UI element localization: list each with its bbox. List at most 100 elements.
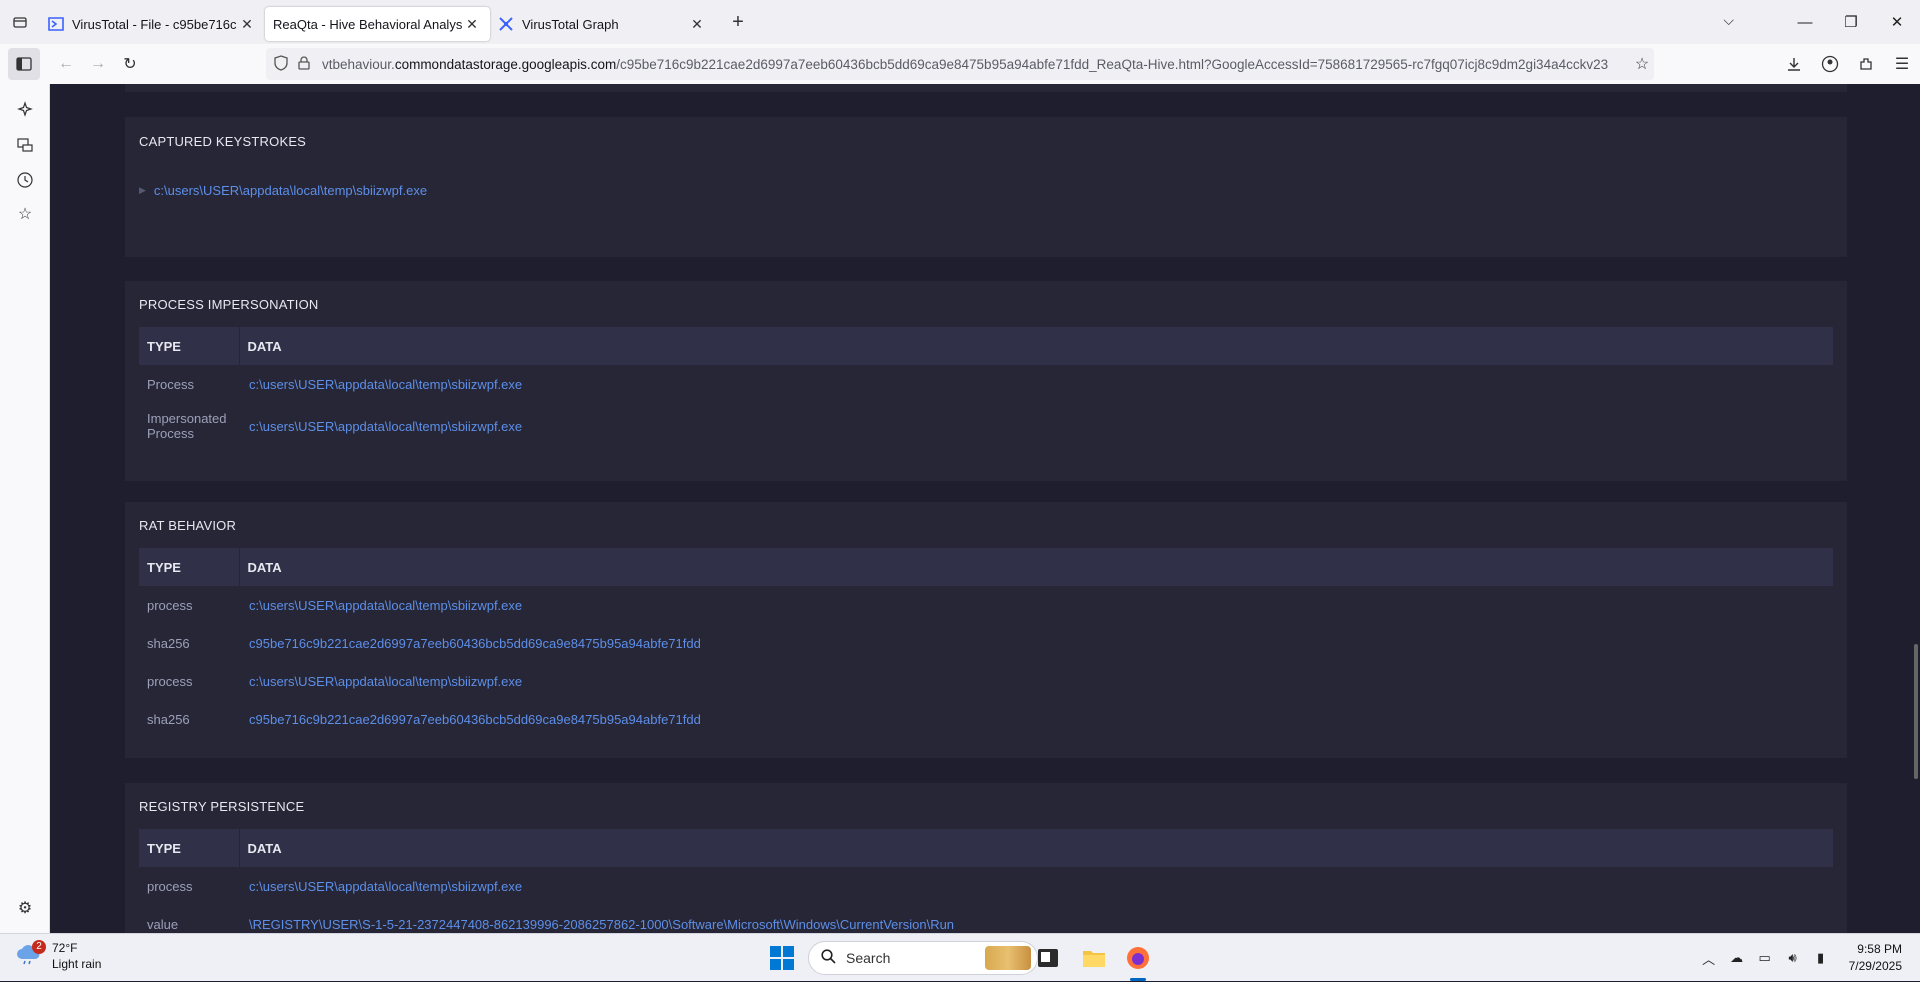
url-bar[interactable]: vtbehaviour. commondatastorage.googleapis… [266,48,1654,80]
table-row: sha256 c95be716c9b221cae2d6997a7eeb60436… [139,700,1833,738]
restore-icon[interactable]: ❐ [1828,13,1874,31]
registry-persistence-table: TYPE DATA process c:\users\USER\appdata\l… [139,829,1833,933]
account-icon[interactable] [1812,48,1848,80]
panel-title: PROCESS IMPERSONATION [139,297,319,312]
close-tab-icon[interactable]: ✕ [687,14,707,34]
file-explorer-icon[interactable] [1078,942,1110,974]
column-header-type: TYPE [139,327,240,365]
volume-icon[interactable]: 🔊︎ [1779,950,1807,966]
close-window-icon[interactable]: ✕ [1874,13,1920,31]
reload-icon[interactable]: ↻ [114,48,146,80]
keystroke-item-label[interactable]: c:\users\USER\appdata\local\temp\sbiizwp… [154,183,427,198]
row-data-link[interactable]: c:\users\USER\appdata\local\temp\sbiizwp… [239,586,1833,624]
chevron-down-icon[interactable]: ⌵ [1723,12,1734,29]
battery-icon[interactable]: ▮ [1807,950,1835,966]
previous-panel-edge [125,84,1847,92]
row-type: value [147,916,179,932]
url-host: commondatastorage.googleapis.com [394,56,617,72]
table-row: Process c:\users\USER\appdata\local\temp… [139,365,1833,403]
tab-virustotal-graph[interactable]: VirusTotal Graph ✕ [490,7,715,41]
row-data-link[interactable]: \REGISTRY\USER\S-1-5-21-2372447408-86213… [239,905,1833,933]
keystroke-item[interactable]: ▶ c:\users\USER\appdata\local\temp\sbiiz… [139,183,427,198]
new-tab-icon[interactable]: + [721,5,755,39]
tab-reaqta-hive[interactable]: ReaQta - Hive Behavioral Analysis ✕ [265,7,490,41]
history-icon[interactable] [13,168,37,192]
terminal-app-icon[interactable] [1032,942,1064,974]
row-data-link[interactable]: c:\users\USER\appdata\local\temp\sbiizwp… [239,365,1833,403]
url-path: /c95be716c9b221cae2d6997a7eeb60436bcb5dd… [616,56,1609,72]
lock-icon[interactable] [298,55,310,73]
system-tray: ︿ ☁ ▭ 🔊︎ ▮ 9:58 PM 7/29/2025 [1695,934,1920,982]
shield-icon[interactable] [274,54,288,74]
row-data-link[interactable]: c:\users\USER\appdata\local\temp\sbiizwp… [239,867,1833,905]
table-row: process c:\users\USER\appdata\local\temp… [139,662,1833,700]
weather-temp: 72°F [52,941,78,955]
page-content: CAPTURED KEYSTROKES ▶ c:\users\USER\appd… [50,84,1920,933]
column-header-data: DATA [239,327,1833,365]
virustotal-icon [48,16,64,32]
bookmark-star-icon[interactable]: ☆ [1626,48,1658,80]
extensions-icon[interactable] [1848,48,1884,80]
virustotal-graph-icon [498,16,514,32]
tab-virustotal-file[interactable]: VirusTotal - File - c95be716c9b221cae2d6… [40,7,265,41]
row-type: sha256 [147,635,190,651]
tab-title: ReaQta - Hive Behavioral Analysis [273,16,462,32]
network-icon[interactable]: ▭ [1751,950,1779,966]
close-tab-icon[interactable]: ✕ [237,14,257,34]
onedrive-offline-icon[interactable]: ☁ [1723,950,1751,966]
registry-persistence-panel: REGISTRY PERSISTENCE TYPE DATA process c:… [125,783,1847,933]
table-row: sha256 c95be716c9b221cae2d6997a7eeb60436… [139,624,1833,662]
minimize-icon[interactable]: — [1782,14,1828,31]
row-type: Process [147,376,194,392]
close-tab-icon[interactable]: ✕ [462,14,482,34]
column-header-type: TYPE [139,829,240,867]
date: 7/29/2025 [1848,959,1902,973]
table-row: value \REGISTRY\USER\S-1-5-21-2372447408… [139,905,1833,933]
row-data-link[interactable]: c:\users\USER\appdata\local\temp\sbiizwp… [239,403,1833,449]
back-icon[interactable]: ← [50,48,82,80]
taskbar-search[interactable]: Search [808,941,1038,975]
tiger-image-icon [985,946,1031,970]
notification-badge: 2 [32,940,46,954]
ai-chatbot-icon[interactable] [13,98,37,122]
captured-keystrokes-panel: CAPTURED KEYSTROKES ▶ c:\users\USER\appd… [125,117,1847,257]
weather-desc: Light rain [52,957,102,971]
navigation-bar: ← → ↻ vtbehaviour. commondatastorage.goog… [0,44,1920,84]
window-controls: — ❐ ✕ [1782,0,1920,44]
windows-taskbar: 2 72°F Light rain Search ︿ ☁ ▭ 🔊︎ ▮ 9:58… [0,933,1920,981]
menu-icon[interactable]: ☰ [1884,48,1920,80]
toolbar-right: ☰ [1776,48,1920,80]
tab-list-icon[interactable] [0,0,40,44]
weather-widget[interactable]: 2 72°F Light rain [16,940,101,972]
row-type: sha256 [147,711,190,727]
forward-icon[interactable]: → [82,48,114,80]
scrollbar-thumb[interactable] [1914,644,1918,779]
browser-sidebar: ☆ ⚙ [0,84,50,933]
expand-triangle-icon[interactable]: ▶ [139,185,146,196]
column-header-data: DATA [239,548,1833,586]
chevron-up-icon[interactable]: ︿ [1695,949,1723,968]
synced-tabs-icon[interactable] [13,133,37,157]
search-icon [821,949,836,967]
sidebar-toggle-icon[interactable] [8,48,40,80]
row-type: Impersonated Process [147,411,227,441]
row-data-link[interactable]: c:\users\USER\appdata\local\temp\sbiizwp… [239,662,1833,700]
table-row: Impersonated Process c:\users\USER\appda… [139,403,1833,449]
clock[interactable]: 9:58 PM 7/29/2025 [1849,941,1902,975]
firefox-icon[interactable] [1122,942,1154,974]
column-header-data: DATA [239,829,1833,867]
row-data-link[interactable]: c95be716c9b221cae2d6997a7eeb60436bcb5dd6… [239,700,1833,738]
row-type: process [147,597,193,613]
panel-title: REGISTRY PERSISTENCE [139,799,305,814]
column-header-type: TYPE [139,548,240,586]
windows-start-icon[interactable] [770,946,794,975]
gear-icon[interactable]: ⚙ [13,896,37,920]
tab-bar: VirusTotal - File - c95be716c9b221cae2d6… [0,0,1920,44]
panel-title: RAT BEHAVIOR [139,518,237,533]
bookmarks-icon[interactable]: ☆ [13,202,37,226]
row-data-link[interactable]: c95be716c9b221cae2d6997a7eeb60436bcb5dd6… [239,624,1833,662]
process-impersonation-panel: PROCESS IMPERSONATION TYPE DATA Process c… [125,281,1847,481]
rat-behavior-table: TYPE DATA process c:\users\USER\appdata\l… [139,548,1833,738]
downloads-icon[interactable] [1776,48,1812,80]
rat-behavior-panel: RAT BEHAVIOR TYPE DATA process c:\users\U… [125,502,1847,758]
